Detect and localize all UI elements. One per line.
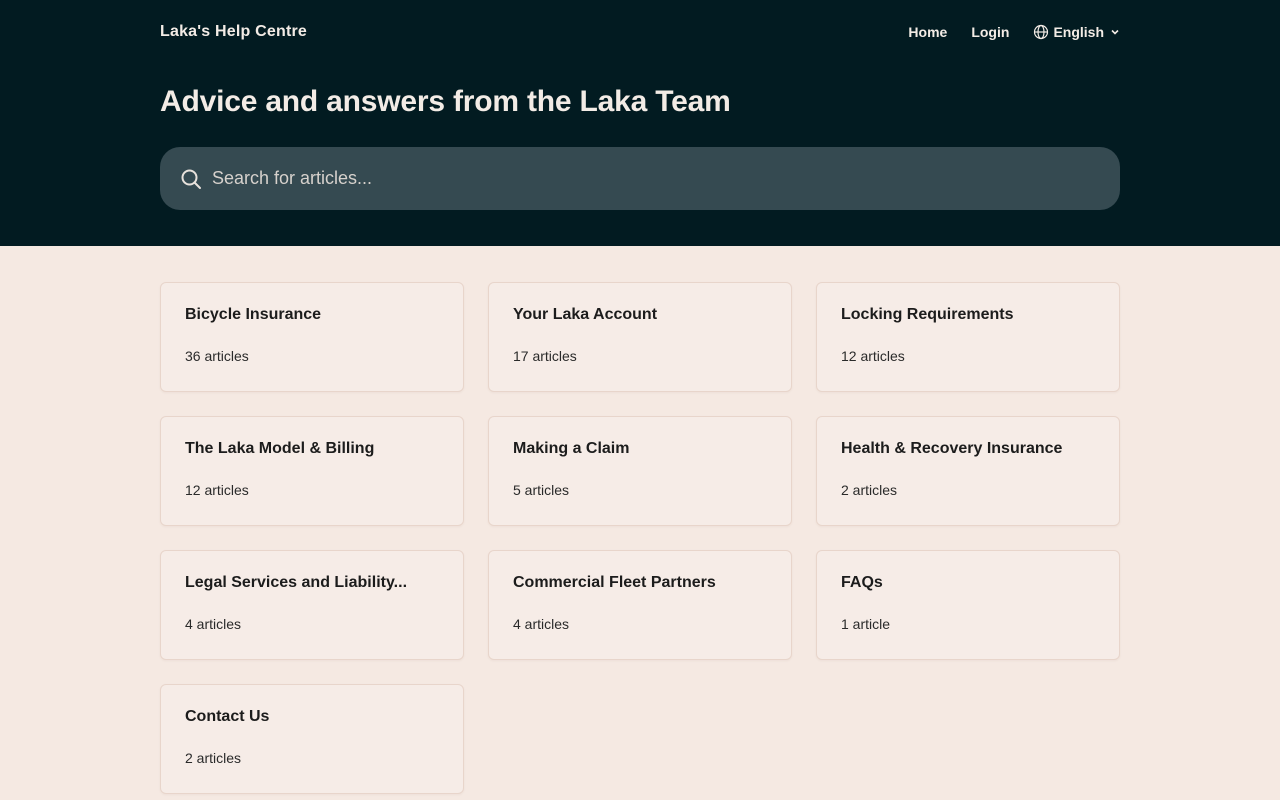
- nav-login-link[interactable]: Login: [971, 24, 1009, 40]
- collection-article-count: 36 articles: [185, 348, 249, 364]
- collection-title: Commercial Fleet Partners: [513, 574, 716, 591]
- collection-card-your-laka-account[interactable]: Your Laka Account 17 articles: [488, 282, 792, 392]
- chevron-down-icon: [1110, 27, 1120, 37]
- collection-card-locking-requirements[interactable]: Locking Requirements 12 articles: [816, 282, 1120, 392]
- language-selector[interactable]: English: [1033, 24, 1120, 40]
- nav-home-link[interactable]: Home: [908, 24, 947, 40]
- collection-title: Health & Recovery Insurance: [841, 440, 1063, 457]
- collection-article-count: 2 articles: [185, 750, 242, 766]
- collection-title: Bicycle Insurance: [185, 306, 322, 323]
- collection-card-commercial-fleet-partners[interactable]: Commercial Fleet Partners 4 articles: [488, 550, 792, 660]
- collection-article-count: 12 articles: [185, 482, 249, 498]
- collection-title: Contact Us: [185, 708, 270, 725]
- collection-article-count: 2 articles: [841, 482, 898, 498]
- collection-article-count: 17 articles: [513, 348, 577, 364]
- collections-grid: Bicycle Insurance 36 articles Your Laka …: [160, 282, 1120, 794]
- globe-icon: [1033, 24, 1049, 40]
- collection-article-count: 1 article: [841, 616, 891, 632]
- search-bar[interactable]: [160, 146, 1120, 211]
- nav: Home Login English: [884, 24, 1120, 40]
- collection-card-bicycle-insurance[interactable]: Bicycle Insurance 36 articles: [160, 282, 464, 392]
- collection-article-count: 4 articles: [513, 616, 570, 632]
- collection-card-laka-model-billing[interactable]: The Laka Model & Billing 12 articles: [160, 416, 464, 526]
- collection-title: FAQs: [841, 574, 883, 591]
- search-input[interactable]: [210, 146, 1120, 211]
- page-title: Advice and answers from the Laka Team: [160, 85, 731, 118]
- collection-title: Locking Requirements: [841, 306, 1014, 323]
- collection-card-health-recovery-insurance[interactable]: Health & Recovery Insurance 2 articles: [816, 416, 1120, 526]
- collection-card-legal-services[interactable]: Legal Services and Liability... 4 articl…: [160, 550, 464, 660]
- collection-card-faqs[interactable]: FAQs 1 article: [816, 550, 1120, 660]
- collection-title: Legal Services and Liability...: [185, 574, 408, 591]
- collection-title: Making a Claim: [513, 440, 630, 457]
- top-bar: Laka's Help Centre Home Login English: [160, 0, 1120, 64]
- search-icon: [180, 168, 202, 190]
- brand-link[interactable]: Laka's Help Centre: [160, 23, 307, 41]
- language-label: English: [1053, 24, 1104, 40]
- collection-article-count: 5 articles: [513, 482, 570, 498]
- collection-article-count: 4 articles: [185, 616, 242, 632]
- collection-card-contact-us[interactable]: Contact Us 2 articles: [160, 684, 464, 794]
- collection-article-count: 12 articles: [841, 348, 905, 364]
- collection-card-making-a-claim[interactable]: Making a Claim 5 articles: [488, 416, 792, 526]
- collection-title: The Laka Model & Billing: [185, 440, 375, 457]
- collection-title: Your Laka Account: [513, 306, 658, 323]
- header: Laka's Help Centre Home Login English Ad…: [0, 0, 1280, 246]
